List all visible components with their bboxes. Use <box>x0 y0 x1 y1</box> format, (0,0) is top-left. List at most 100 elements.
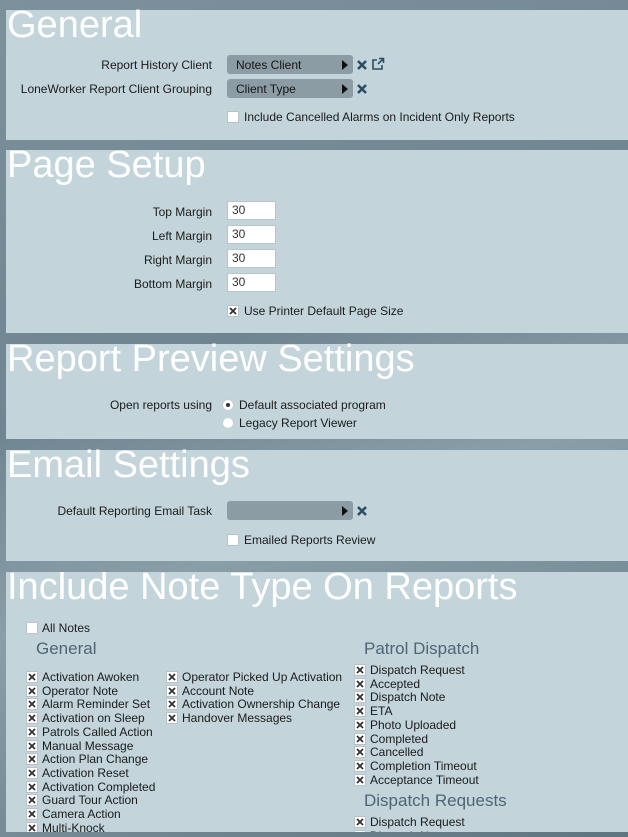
clear-x-icon[interactable] <box>356 59 368 71</box>
report-history-client-value: Notes Client <box>236 57 302 72</box>
note-type-label: Completed <box>370 731 429 746</box>
note-type-label: Completion Timeout <box>370 758 477 773</box>
note-type-label: Acceptance Timeout <box>370 772 479 787</box>
all-notes-checkbox[interactable] <box>26 622 38 634</box>
use-printer-default-label: Use Printer Default Page Size <box>244 304 404 318</box>
note-type-label: ETA <box>370 704 393 719</box>
note-type-checkbox[interactable] <box>26 808 38 820</box>
left-margin-input[interactable]: 30 <box>227 225 276 244</box>
loneworker-grouping-selector[interactable]: Client Type <box>227 79 353 98</box>
clear-x-icon[interactable] <box>356 505 368 517</box>
emailed-review-checkbox[interactable] <box>227 534 239 546</box>
check-x-icon <box>28 673 36 681</box>
note-type-checkbox[interactable] <box>166 698 178 711</box>
note-type-checkbox[interactable] <box>26 821 38 832</box>
note-type-checkbox[interactable] <box>26 766 38 779</box>
check-x-icon <box>356 775 364 784</box>
check-x-icon <box>356 666 364 674</box>
note-type-checkbox[interactable] <box>166 712 178 725</box>
note-type-checkbox[interactable] <box>354 718 366 731</box>
check-x-icon <box>356 693 364 702</box>
note-type-label: Dispatch Request <box>370 663 465 677</box>
note-type-checkbox[interactable] <box>354 677 366 690</box>
note-type-checkbox[interactable] <box>26 671 38 683</box>
report-history-client-selector[interactable]: Notes Client <box>227 55 353 74</box>
note-type-checkbox[interactable] <box>354 705 366 718</box>
top-margin-input[interactable]: 30 <box>227 201 276 220</box>
note-type-checkbox[interactable] <box>354 664 366 676</box>
note-type-checkbox[interactable] <box>354 829 366 832</box>
note-type-label: Operator Picked Up Activation <box>182 670 343 684</box>
check-x-icon <box>229 307 237 315</box>
note-type-label: Activation Reset <box>42 765 129 780</box>
note-type-checkbox[interactable] <box>354 691 366 704</box>
check-x-icon <box>356 734 364 743</box>
check-x-icon <box>168 700 176 709</box>
note-type-label: Dispatch Note <box>370 690 446 705</box>
include-cancelled-checkbox[interactable] <box>227 111 239 123</box>
note-type-checkbox[interactable] <box>354 732 366 745</box>
left-margin-label: Left Margin <box>151 229 212 243</box>
note-type-checkbox[interactable] <box>166 684 178 697</box>
right-margin-label: Right Margin <box>143 253 212 267</box>
check-x-icon <box>28 687 36 695</box>
note-type-checkbox[interactable] <box>26 780 38 793</box>
bottom-margin-input[interactable]: 30 <box>227 273 276 292</box>
note-type-label: Action Plan Change <box>42 752 149 767</box>
note-type-checkbox[interactable] <box>26 712 38 725</box>
note-type-label: Manual Message <box>42 738 134 753</box>
report-preview-panel: Report Preview Settings Open reports usi… <box>6 338 628 439</box>
note-type-checkbox[interactable] <box>26 684 38 697</box>
note-type-label: Photo Uploaded <box>370 717 457 732</box>
include-cancelled-label: Include Cancelled Alarms on Incident Onl… <box>244 110 515 124</box>
note-type-checkbox[interactable] <box>354 773 366 786</box>
legacy-viewer-radio[interactable] <box>222 417 234 429</box>
report-preview-title: Report Preview Settings <box>7 338 415 380</box>
note-type-label: Activation Ownership Change <box>182 697 341 712</box>
note-type-label: Dispatch Note <box>370 829 445 832</box>
check-x-icon <box>28 769 36 777</box>
note-type-label: Handover Messages <box>182 711 293 726</box>
group-heading-dispatch-requests: Dispatch Requests <box>364 791 507 810</box>
note-type-label: Patrols Called Action <box>42 724 153 739</box>
expand-arrow-icon <box>342 59 348 70</box>
page-setup-panel: Page Setup Top Margin 30 Left Margin 30 … <box>6 144 628 333</box>
note-type-label: Operator Note <box>42 683 119 698</box>
note-type-checkbox[interactable] <box>26 739 38 752</box>
right-margin-input[interactable]: 30 <box>227 249 276 268</box>
note-type-label: Guard Tour Action <box>42 793 138 808</box>
default-email-task-label: Default Reporting Email Task <box>57 504 212 518</box>
note-type-label: Activation Completed <box>42 779 156 794</box>
check-x-icon <box>28 782 36 791</box>
check-x-icon <box>356 748 364 756</box>
use-printer-default-checkbox[interactable] <box>227 305 239 317</box>
note-type-checkbox[interactable] <box>354 746 366 759</box>
general-title: General <box>7 4 143 46</box>
note-type-checkbox[interactable] <box>26 725 38 738</box>
check-x-icon <box>28 700 36 709</box>
note-type-checkbox[interactable] <box>166 671 178 683</box>
all-notes-label: All Notes <box>42 621 91 635</box>
note-type-checkbox[interactable] <box>354 759 366 772</box>
note-type-checkbox[interactable] <box>354 816 366 828</box>
general-panel: General Report History Client Notes Clie… <box>6 4 628 140</box>
clear-x-icon[interactable] <box>356 83 368 95</box>
external-link-icon[interactable] <box>371 57 385 71</box>
emailed-review-label: Emailed Reports Review <box>244 533 376 547</box>
legacy-viewer-label: Legacy Report Viewer <box>239 416 357 430</box>
top-margin-label: Top Margin <box>152 205 212 219</box>
default-email-task-selector[interactable] <box>227 501 353 520</box>
expand-arrow-icon <box>342 83 348 94</box>
expand-arrow-icon <box>342 505 348 516</box>
default-program-radio[interactable] <box>222 399 234 411</box>
check-x-icon <box>356 721 364 729</box>
open-reports-label: Open reports using <box>109 398 212 412</box>
note-types-panel: Include Note Type On Reports All Notes G… <box>6 572 628 832</box>
note-type-checkbox[interactable] <box>26 794 38 807</box>
note-type-checkbox[interactable] <box>26 698 38 711</box>
check-x-icon <box>28 824 36 832</box>
note-type-checkbox[interactable] <box>26 753 38 766</box>
check-x-icon <box>28 796 36 804</box>
check-x-icon <box>28 741 36 750</box>
check-x-icon <box>28 728 36 736</box>
